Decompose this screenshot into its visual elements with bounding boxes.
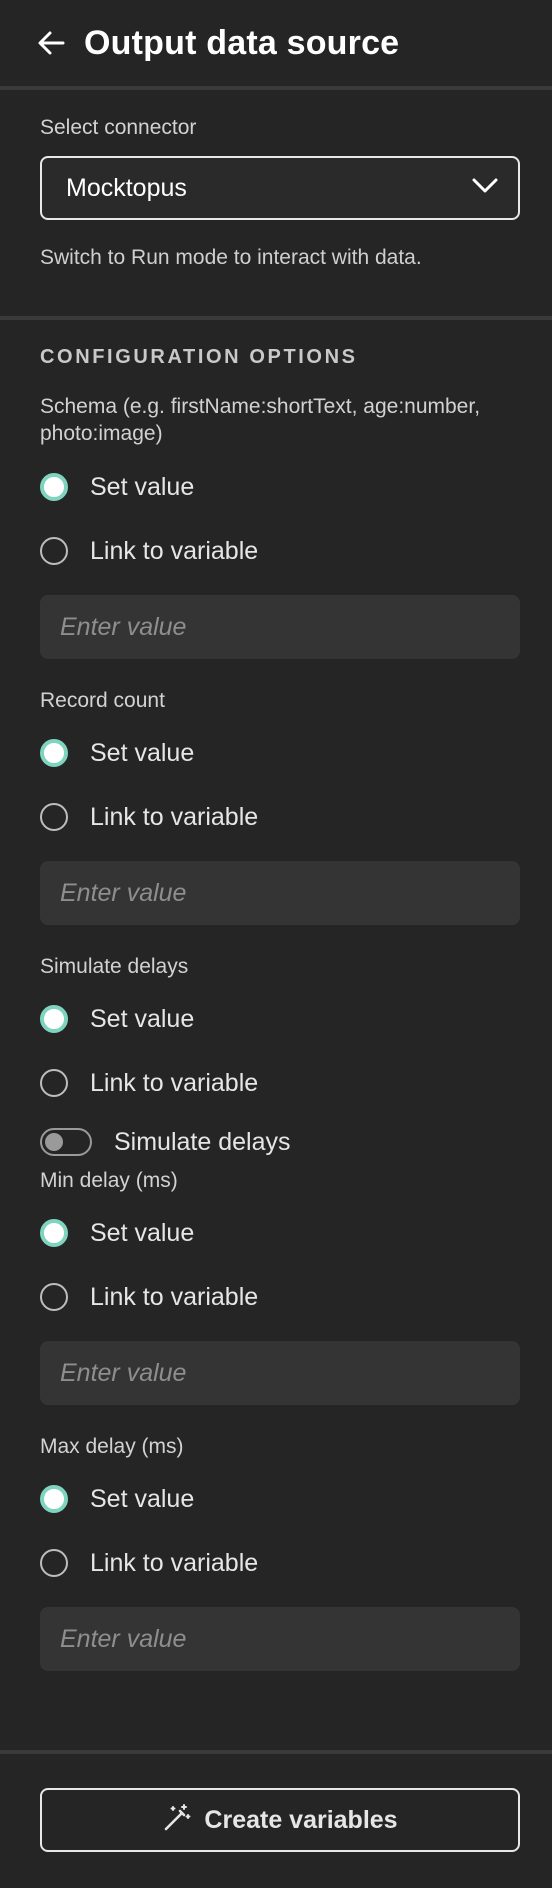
record-count-link-variable-radio[interactable]: Link to variable	[40, 785, 520, 849]
radio-unchecked-icon	[40, 1069, 68, 1097]
header-divider	[0, 86, 552, 90]
run-mode-hint: Switch to Run mode to interact with data…	[40, 246, 422, 269]
radio-checked-icon	[40, 739, 68, 767]
toggle-switch[interactable]	[40, 1128, 92, 1156]
radio-label: Link to variable	[90, 536, 259, 565]
radio-checked-icon	[40, 1485, 68, 1513]
configuration-section: CONFIGURATION OPTIONS Schema (e.g. first…	[40, 346, 520, 1671]
schema-link-variable-radio[interactable]: Link to variable	[40, 519, 520, 583]
header: Output data source	[0, 0, 552, 86]
radio-label: Set value	[90, 738, 195, 767]
connector-select-value: Mocktopus	[66, 173, 187, 202]
chevron-down-icon	[472, 178, 498, 199]
radio-unchecked-icon	[40, 1549, 68, 1577]
radio-label: Set value	[90, 1004, 195, 1033]
radio-checked-icon	[40, 473, 68, 501]
toggle-knob	[45, 1133, 63, 1151]
radio-unchecked-icon	[40, 537, 68, 565]
min-delay-input[interactable]	[40, 1341, 520, 1405]
simulate-delays-label: Simulate delays	[40, 955, 189, 978]
create-variables-label: Create variables	[204, 1805, 398, 1834]
schema-label: Schema (e.g. firstName:shortText, age:nu…	[40, 395, 481, 445]
connector-select[interactable]: Mocktopus	[40, 156, 520, 220]
max-delay-link-variable-radio[interactable]: Link to variable	[40, 1531, 520, 1595]
section-heading: CONFIGURATION OPTIONS	[40, 346, 358, 368]
magic-wand-icon	[162, 1803, 192, 1838]
min-delay-label: Min delay (ms)	[40, 1169, 178, 1192]
radio-unchecked-icon	[40, 1283, 68, 1311]
max-delay-input[interactable]	[40, 1607, 520, 1671]
connector-divider	[0, 316, 552, 320]
record-count-set-value-radio[interactable]: Set value	[40, 721, 520, 785]
radio-label: Set value	[90, 1484, 195, 1513]
schema-set-value-radio[interactable]: Set value	[40, 455, 520, 519]
create-variables-button[interactable]: Create variables	[40, 1788, 520, 1852]
min-delay-link-variable-radio[interactable]: Link to variable	[40, 1265, 520, 1329]
radio-label: Link to variable	[90, 1068, 259, 1097]
min-delay-set-value-radio[interactable]: Set value	[40, 1201, 520, 1265]
connector-section: Select connector Mocktopus Switch to Run…	[40, 116, 520, 270]
page-title: Output data source	[84, 23, 400, 62]
arrow-left-icon[interactable]	[36, 28, 66, 58]
simulate-delays-toggle[interactable]: Simulate delays	[40, 1115, 520, 1169]
schema-input[interactable]	[40, 595, 520, 659]
radio-label: Set value	[90, 472, 195, 501]
simulate-delays-link-variable-radio[interactable]: Link to variable	[40, 1051, 520, 1115]
radio-checked-icon	[40, 1005, 68, 1033]
toggle-label: Simulate delays	[114, 1127, 291, 1156]
radio-label: Link to variable	[90, 802, 259, 831]
simulate-delays-set-value-radio[interactable]: Set value	[40, 987, 520, 1051]
record-count-input[interactable]	[40, 861, 520, 925]
radio-label: Set value	[90, 1218, 195, 1247]
max-delay-label: Max delay (ms)	[40, 1435, 184, 1458]
radio-label: Link to variable	[90, 1548, 259, 1577]
radio-label: Link to variable	[90, 1282, 259, 1311]
connector-label: Select connector	[40, 116, 197, 139]
radio-checked-icon	[40, 1219, 68, 1247]
footer-divider	[0, 1750, 552, 1754]
record-count-label: Record count	[40, 689, 165, 712]
radio-unchecked-icon	[40, 803, 68, 831]
max-delay-set-value-radio[interactable]: Set value	[40, 1467, 520, 1531]
